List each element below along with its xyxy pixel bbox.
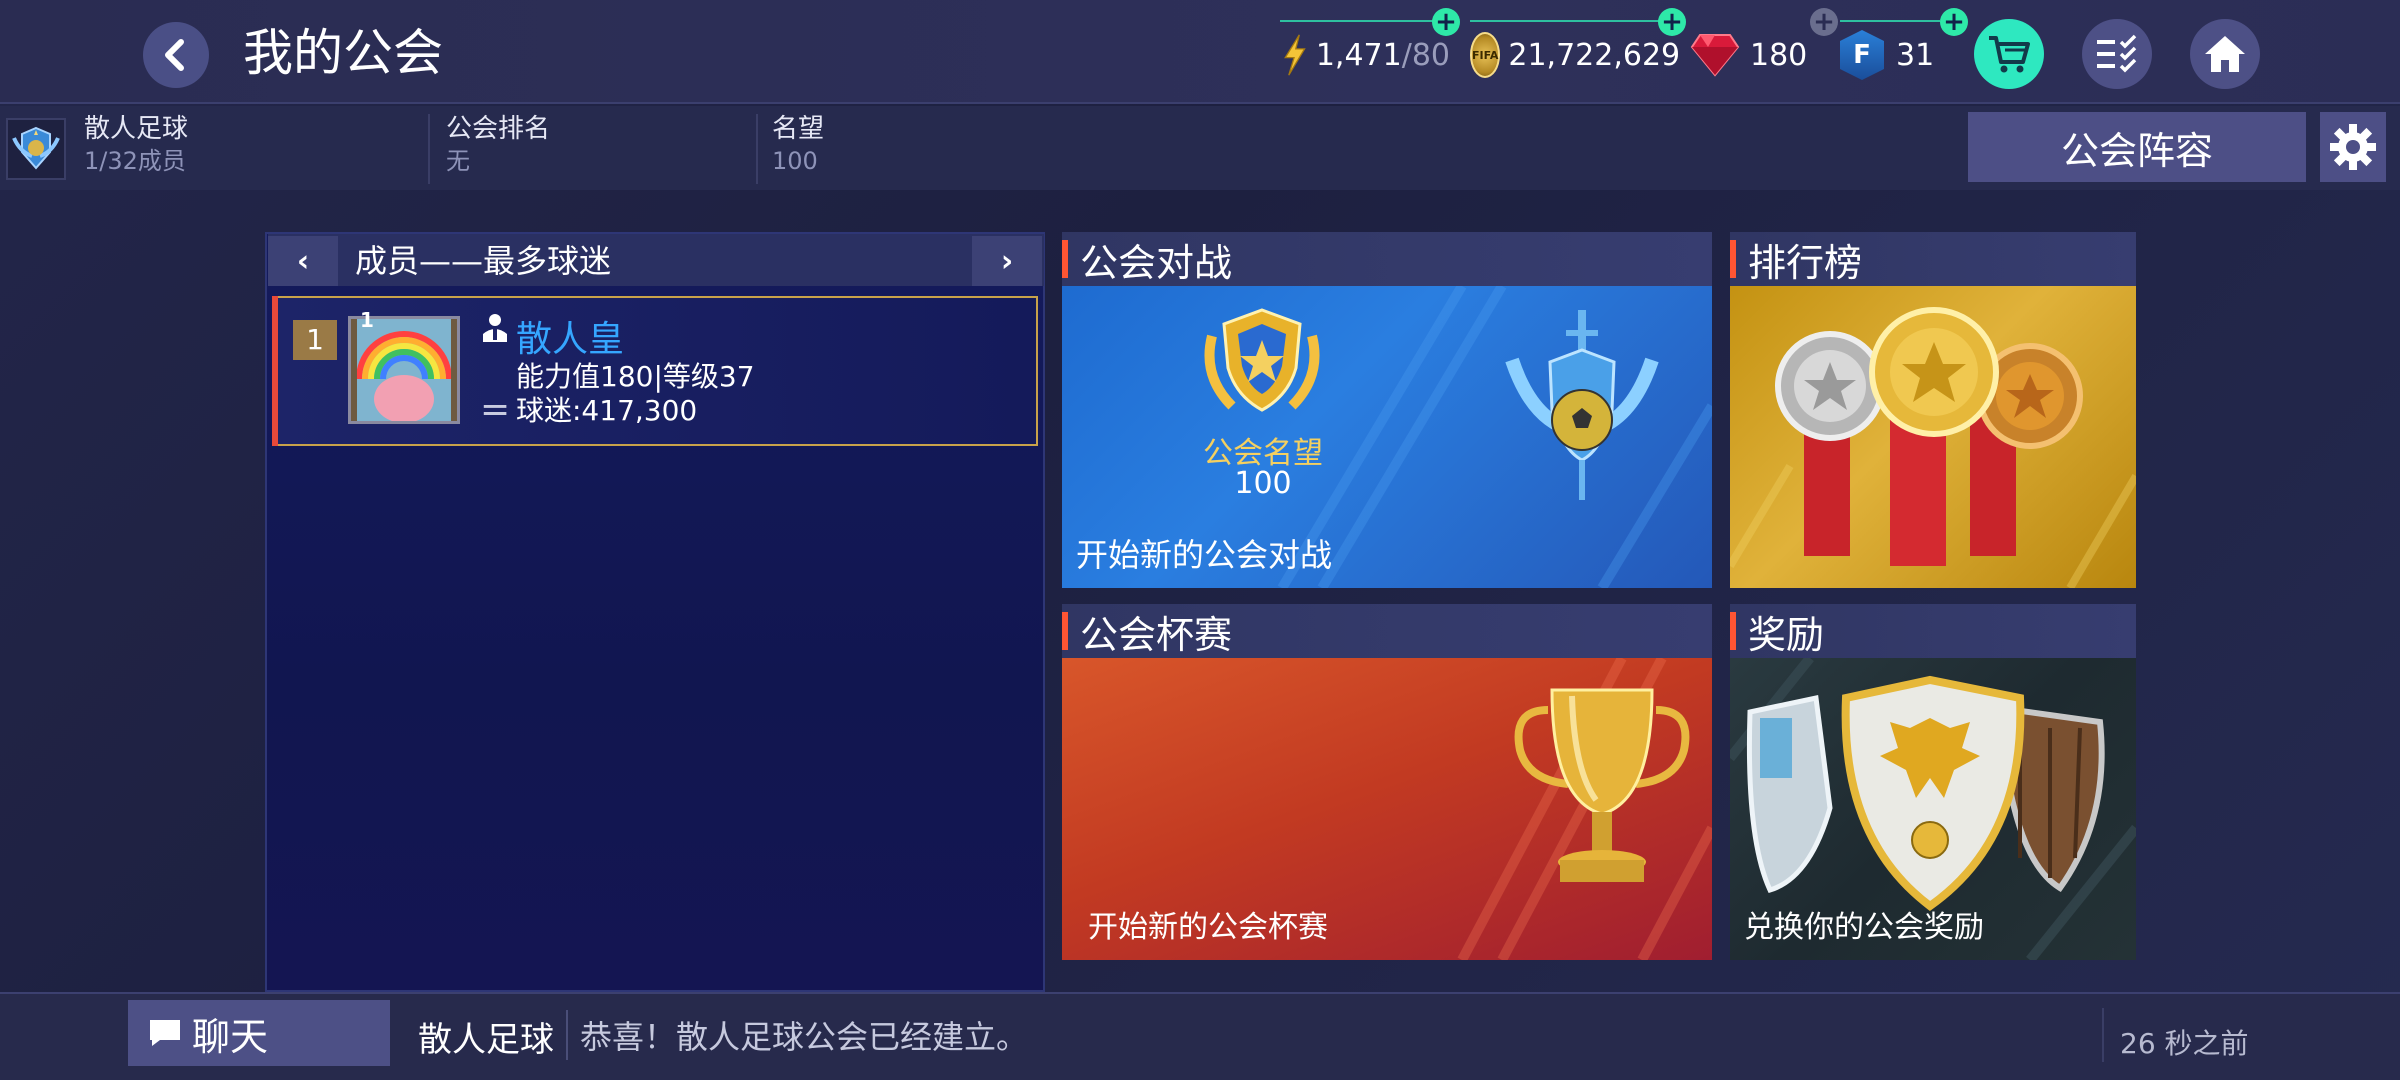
gear-icon (2330, 124, 2376, 170)
shop-button[interactable] (1974, 19, 2044, 89)
gem-icon (1690, 34, 1740, 77)
rewards-body: 兑换你的公会奖励 (1730, 658, 2136, 960)
chat-sender: 散人足球 (418, 1020, 554, 1060)
energy-max: /80 (1401, 37, 1450, 73)
title-accent (1062, 240, 1068, 278)
leaderboard-body (1730, 286, 2136, 588)
add-gems-button[interactable]: + (1810, 8, 1838, 36)
guild-battle-title: 公会对战 (1080, 240, 1233, 285)
medals-icon (1730, 307, 2136, 588)
prestige-value: 100 (1234, 466, 1292, 501)
checklist-icon (2097, 34, 2137, 73)
guild-lineup-button[interactable]: 公会阵容 (1968, 112, 2306, 182)
member-stats: 能力值180|等级37 (516, 360, 755, 393)
gems-value: 180 (1750, 37, 1808, 73)
guild-cup-body: 开始新的公会杯赛 (1062, 658, 1712, 960)
divider (566, 1010, 568, 1060)
gems-counter: + 180 (1690, 8, 1838, 88)
back-button[interactable] (143, 22, 209, 88)
home-icon (2205, 36, 2245, 72)
home-button[interactable] (2190, 19, 2260, 89)
card-title-bar: 公会对战 (1062, 232, 1712, 286)
guild-crest-icon (12, 126, 60, 170)
row-accent (272, 296, 278, 446)
add-energy-button[interactable]: + (1432, 8, 1460, 36)
chat-bubble-icon (150, 1020, 180, 1046)
member-name[interactable]: 散人皇 (516, 318, 624, 362)
add-fpoints-button[interactable]: + (1940, 8, 1968, 36)
divider (428, 114, 430, 184)
settings-button[interactable] (2320, 112, 2386, 182)
chevron-left-icon (165, 39, 184, 71)
coins-counter: + FIFA 21,722,629 (1470, 8, 1686, 88)
guild-prestige-label: 名望 (772, 114, 825, 144)
guild-battle-body: 公会名望 100 开始新的公会对战 (1062, 286, 1712, 588)
fpoints-counter: + F 31 (1840, 8, 1968, 88)
fpoints-value: 31 (1896, 37, 1935, 73)
guild-cup-card[interactable]: 公会杯赛 开始新的公会杯赛 (1062, 604, 1712, 960)
chevron-left-icon: ‹ (296, 243, 310, 279)
fpoints-icon: F (1840, 30, 1884, 80)
equals-icon: = (480, 389, 511, 430)
chat-button[interactable]: 聊天 (128, 1000, 390, 1066)
coins-value: 21,722,629 (1508, 37, 1681, 73)
energy-counter: + 1,471 /80 (1280, 8, 1460, 88)
member-fans: 球迷:417,300 (516, 394, 698, 427)
add-coins-button[interactable]: + (1658, 8, 1686, 36)
energy-value: 1,471 (1315, 37, 1402, 73)
page-title: 我的公会 (243, 24, 443, 82)
avatar-level: 1 (360, 308, 374, 332)
prev-sort-button[interactable]: ‹ (268, 236, 338, 286)
prestige-shield-icon (1204, 308, 1320, 412)
rank-badge: 1 (293, 320, 337, 360)
guild-name-block: 散人足球 1/32成员 (84, 112, 188, 176)
card-title-bar: 排行榜 (1730, 232, 2136, 286)
members-panel-title: 成员——最多球迷 (355, 242, 612, 280)
player-avatar-icon (351, 319, 457, 421)
divider (2102, 1008, 2104, 1062)
chat-message[interactable]: 恭喜！散人足球公会已经建立。 (580, 1012, 1028, 1058)
rewards-title: 奖励 (1748, 612, 1825, 657)
card-title-bar: 公会杯赛 (1062, 604, 1712, 658)
chevron-right-icon: › (1000, 243, 1014, 279)
guild-cup-title: 公会杯赛 (1080, 612, 1233, 657)
guild-prestige-value: 100 (772, 147, 818, 175)
lightning-icon (1284, 34, 1306, 76)
guild-battle-caption: 开始新的公会对战 (1076, 536, 1333, 574)
divider (756, 114, 758, 184)
card-title-bar: 奖励 (1730, 604, 2136, 658)
rewards-card[interactable]: 奖励 兑换你的公会奖励 (1730, 604, 2136, 960)
title-accent (1730, 612, 1736, 650)
cart-icon (1989, 36, 2030, 73)
guild-rank-value: 无 (446, 147, 470, 175)
trophy-icon (1514, 688, 1690, 882)
guild-battle-crest-icon (1505, 310, 1659, 500)
guild-cup-caption: 开始新的公会杯赛 (1088, 910, 1328, 945)
member-role-icon (480, 312, 510, 348)
rewards-caption: 兑换你的公会奖励 (1744, 910, 1984, 945)
next-sort-button[interactable]: › (972, 236, 1042, 286)
guild-battle-card[interactable]: 公会对战 公会名望 100 开始新的公会对战 (1062, 232, 1712, 588)
guild-name: 散人足球 (84, 114, 189, 144)
guild-emblem (6, 118, 66, 180)
chat-button-label: 聊天 (192, 1014, 269, 1059)
title-accent (1730, 240, 1736, 278)
avatar[interactable] (348, 316, 460, 424)
title-accent (1062, 612, 1068, 650)
chat-timestamp: 26 秒之前 (2120, 1027, 2249, 1060)
tasks-button[interactable] (2082, 19, 2152, 89)
guild-member-count: 1/32成员 (84, 147, 186, 175)
guild-rank-block: 公会排名 无 (446, 112, 550, 176)
coin-icon: FIFA (1470, 32, 1501, 78)
guild-rank-label: 公会排名 (446, 114, 551, 144)
guild-prestige-block: 名望 100 (772, 112, 824, 176)
leaderboard-card[interactable]: 排行榜 (1730, 232, 2136, 588)
leaderboard-title: 排行榜 (1748, 240, 1863, 285)
